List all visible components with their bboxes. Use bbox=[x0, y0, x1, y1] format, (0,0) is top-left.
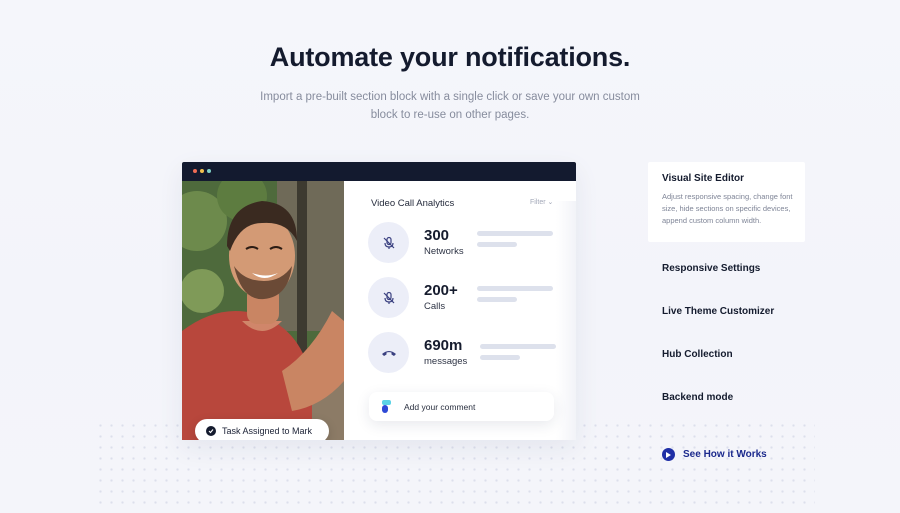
stat-value-calls: 200+ bbox=[424, 282, 458, 299]
page-subtitle: Import a pre-built section block with a … bbox=[260, 91, 640, 121]
page-title: Automate your notifications. bbox=[269, 42, 631, 72]
feature-item-hub-collection[interactable]: Hub Collection bbox=[662, 349, 733, 360]
panel-title: Video Call Analytics bbox=[371, 198, 455, 209]
browser-titlebar bbox=[182, 162, 576, 181]
person-illustration bbox=[182, 181, 344, 440]
stat-bar bbox=[477, 286, 553, 291]
feature-title: Visual Site Editor bbox=[662, 173, 745, 184]
see-how-it-works-label: See How it Works bbox=[683, 449, 767, 460]
check-circle-icon bbox=[206, 426, 216, 436]
stat-value-messages: 690m bbox=[424, 337, 463, 354]
feature-item-visual-site-editor[interactable]: Visual Site Editor Adjust responsive spa… bbox=[648, 162, 805, 242]
panel-scroll-shadow bbox=[556, 201, 576, 440]
see-how-it-works-link[interactable]: See How it Works bbox=[662, 448, 767, 461]
task-assigned-chip: Task Assigned to Mark bbox=[195, 419, 329, 440]
analytics-panel: Video Call Analytics Filter ⌄ 300 Networ… bbox=[344, 181, 576, 440]
stat-bar bbox=[480, 344, 556, 349]
filter-label: Filter bbox=[530, 199, 546, 206]
feature-item-responsive-settings[interactable]: Responsive Settings bbox=[662, 263, 760, 274]
stat-label-networks: Networks bbox=[424, 246, 464, 257]
comment-input[interactable]: Add your comment bbox=[369, 392, 554, 421]
task-chip-label: Task Assigned to Mark bbox=[222, 426, 313, 436]
mic-off-icon bbox=[368, 277, 409, 318]
window-dot-red bbox=[193, 169, 197, 173]
feature-item-live-theme-customizer[interactable]: Live Theme Customizer bbox=[662, 306, 774, 317]
stat-bar bbox=[477, 242, 517, 247]
browser-mockup: Task Assigned to Mark Video Call Analyti… bbox=[182, 162, 576, 440]
stat-value-networks: 300 bbox=[424, 227, 450, 244]
window-dot-yellow bbox=[200, 169, 204, 173]
feature-item-backend-mode[interactable]: Backend mode bbox=[662, 392, 733, 403]
phone-hangup-icon bbox=[368, 332, 409, 373]
filter-dropdown[interactable]: Filter ⌄ bbox=[530, 198, 553, 206]
stat-label-messages: messages bbox=[424, 356, 468, 367]
stat-label-calls: Calls bbox=[424, 301, 446, 312]
feature-description: Adjust responsive spacing, change font s… bbox=[662, 192, 793, 225]
mic-off-icon bbox=[368, 222, 409, 263]
video-call-photo: Task Assigned to Mark bbox=[182, 181, 344, 440]
stat-bar bbox=[480, 355, 520, 360]
stat-bar bbox=[477, 231, 553, 236]
comment-placeholder: Add your comment bbox=[404, 401, 476, 412]
play-icon bbox=[662, 448, 675, 461]
chevron-down-icon: ⌄ bbox=[547, 199, 554, 206]
app-logo-icon bbox=[382, 399, 392, 414]
window-dot-green bbox=[207, 169, 211, 173]
stat-bar bbox=[477, 297, 517, 302]
